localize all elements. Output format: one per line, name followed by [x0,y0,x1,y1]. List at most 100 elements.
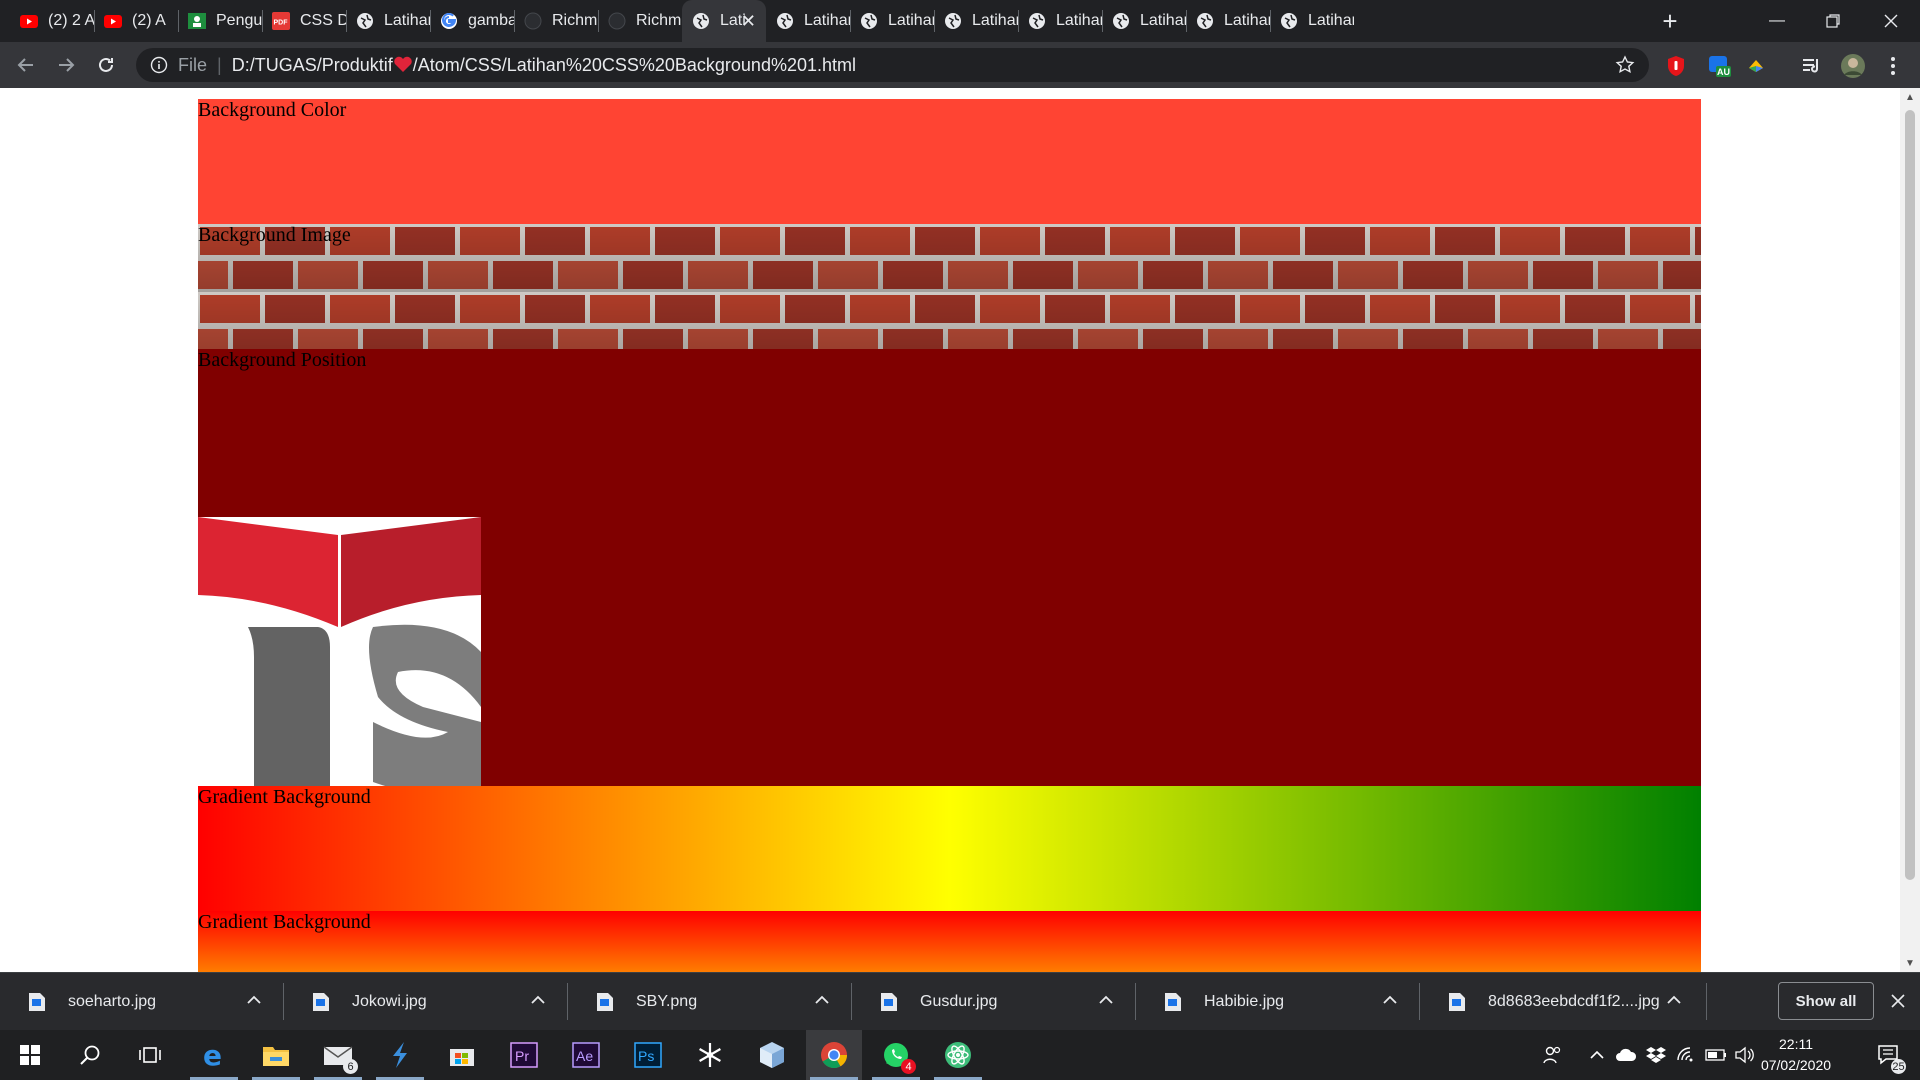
show-hidden-icons-chevron-icon[interactable] [1584,1030,1610,1080]
system-clock[interactable]: 22:11 07/02/2020 [1750,1034,1842,1076]
browser-tab[interactable]: Latihan [346,0,430,42]
divider [567,983,568,1020]
whatsapp-taskbar-icon[interactable]: 4 [868,1030,924,1080]
box-app-taskbar-icon[interactable] [744,1030,800,1080]
chrome-taskbar-icon[interactable] [806,1030,862,1080]
notification-count-badge: 25 [1891,1059,1906,1074]
snowflake-app-taskbar-icon[interactable] [682,1030,738,1080]
people-icon[interactable] [1538,1030,1568,1080]
restore-button[interactable] [1808,0,1858,42]
chevron-up-icon[interactable] [1383,992,1397,1010]
browser-tab[interactable]: Latihan [766,0,850,42]
download-item[interactable]: Jokowi.jpg [284,973,567,1030]
task-view-button[interactable] [122,1030,178,1080]
close-window-button[interactable] [1866,0,1916,42]
url-path-end: /Atom/CSS/Latihan%20CSS%20Background%201… [412,54,856,75]
show-all-downloads-button[interactable]: Show all [1778,982,1874,1020]
chevron-up-icon[interactable] [1099,992,1113,1010]
browser-tab[interactable]: (2) 2 Air [10,0,94,42]
section-heading: Gradient Background [198,911,371,933]
chevron-up-icon[interactable] [815,992,829,1010]
chevron-up-icon[interactable] [247,992,261,1010]
restore-icon [1826,14,1840,28]
scroll-up-arrow-icon[interactable]: ▲ [1900,88,1920,106]
vertical-scrollbar[interactable]: ▲ ▼ [1900,88,1920,972]
browser-tab[interactable]: Lati ✕ [682,0,766,42]
browser-tab[interactable]: Latihan [1102,0,1186,42]
chevron-up-icon[interactable] [1667,992,1681,1010]
close-download-shelf-button[interactable] [1886,987,1910,1015]
url-text[interactable]: D:/TUGAS/Produktif/Atom/CSS/Latihan%20CS… [232,55,856,76]
download-item[interactable]: Habibie.jpg [1136,973,1419,1030]
wifi-icon[interactable] [1672,1030,1700,1080]
browser-tab[interactable]: Latihan [1018,0,1102,42]
address-bar[interactable]: File | D:/TUGAS/Produktif/Atom/CSS/Latih… [136,48,1649,82]
pdf-icon: PDF [272,12,290,30]
classroom-icon [188,12,206,30]
scroll-down-arrow-icon[interactable]: ▼ [1900,954,1920,972]
profile-avatar[interactable] [1840,53,1866,79]
reload-button[interactable] [92,51,120,79]
browser-tab[interactable]: Latihan [850,0,934,42]
chevron-up-icon[interactable] [531,992,545,1010]
browser-tab[interactable]: Latihan [934,0,1018,42]
svg-text:Ae: Ae [576,1048,593,1064]
tab-title: Latihan [1308,12,1354,29]
browser-tab[interactable]: PDF CSS Da [262,0,346,42]
browser-tab[interactable]: Richmo [598,0,682,42]
download-item[interactable]: 8d8683eebdcdf1f2....jpg [1420,973,1703,1030]
visual-studio-taskbar-icon[interactable] [372,1030,428,1080]
image-file-icon [1165,992,1181,1011]
store-taskbar-icon[interactable] [434,1030,490,1080]
media-control-icon[interactable] [1799,53,1825,79]
browser-menu-button[interactable] [1880,53,1906,79]
scroll-thumb[interactable] [1905,110,1915,880]
download-item[interactable]: soeharto.jpg [0,973,283,1030]
dropbox-icon[interactable] [1642,1030,1670,1080]
close-tab-icon[interactable]: ✕ [741,11,756,32]
search-icon [80,1045,100,1065]
mail-unread-badge: 6 [343,1059,358,1074]
edge-taskbar-icon[interactable]: e [186,1030,242,1080]
back-button[interactable] [12,51,40,79]
youtube-icon [20,12,38,30]
browser-tab[interactable]: Latihan [1186,0,1270,42]
premiere-taskbar-icon[interactable]: Pr [496,1030,552,1080]
image-file-icon [29,992,45,1011]
after-effects-taskbar-icon[interactable]: Ae [558,1030,614,1080]
download-item[interactable]: Gusdur.jpg [852,973,1135,1030]
tab-title: Richmo [552,12,598,29]
section-heading: Background Color [198,99,347,121]
download-item[interactable]: SBY.png [568,973,851,1030]
atom-taskbar-icon[interactable] [930,1030,986,1080]
onedrive-cloud-icon[interactable] [1612,1030,1640,1080]
tab-title: (2) A [132,12,166,29]
browser-tab[interactable]: (2) A [94,0,178,42]
start-button[interactable] [2,1030,58,1080]
divider [851,983,852,1020]
globe-icon [944,12,962,30]
background-color-section: Background Color [198,99,1701,224]
extension-au-icon[interactable]: AU [1706,53,1732,79]
photoshop-taskbar-icon[interactable]: Ps [620,1030,676,1080]
browser-tab[interactable]: Latihan [1270,0,1354,42]
search-button[interactable] [62,1030,118,1080]
info-icon[interactable] [150,56,168,74]
minimize-button[interactable]: — [1752,0,1802,42]
browser-tab[interactable]: Pengum [178,0,262,42]
browser-tab[interactable]: Richmo [514,0,598,42]
file-explorer-taskbar-icon[interactable] [248,1030,304,1080]
browser-tab[interactable]: gambar [430,0,514,42]
divider [1706,983,1707,1020]
battery-icon[interactable] [1702,1030,1730,1080]
new-tab-button[interactable]: + [1655,6,1685,36]
adblock-extension-icon[interactable] [1663,53,1689,79]
download-filename: Jokowi.jpg [352,992,427,1010]
bookmark-star-icon[interactable] [1615,55,1635,75]
colorful-extension-icon[interactable] [1743,53,1769,79]
forward-button[interactable] [52,51,80,79]
action-center-button[interactable]: 25 [1864,1030,1914,1080]
tab-title: Pengum [216,12,262,29]
tab-title: Latihan [384,12,430,29]
mail-taskbar-icon[interactable]: 6 [310,1030,366,1080]
